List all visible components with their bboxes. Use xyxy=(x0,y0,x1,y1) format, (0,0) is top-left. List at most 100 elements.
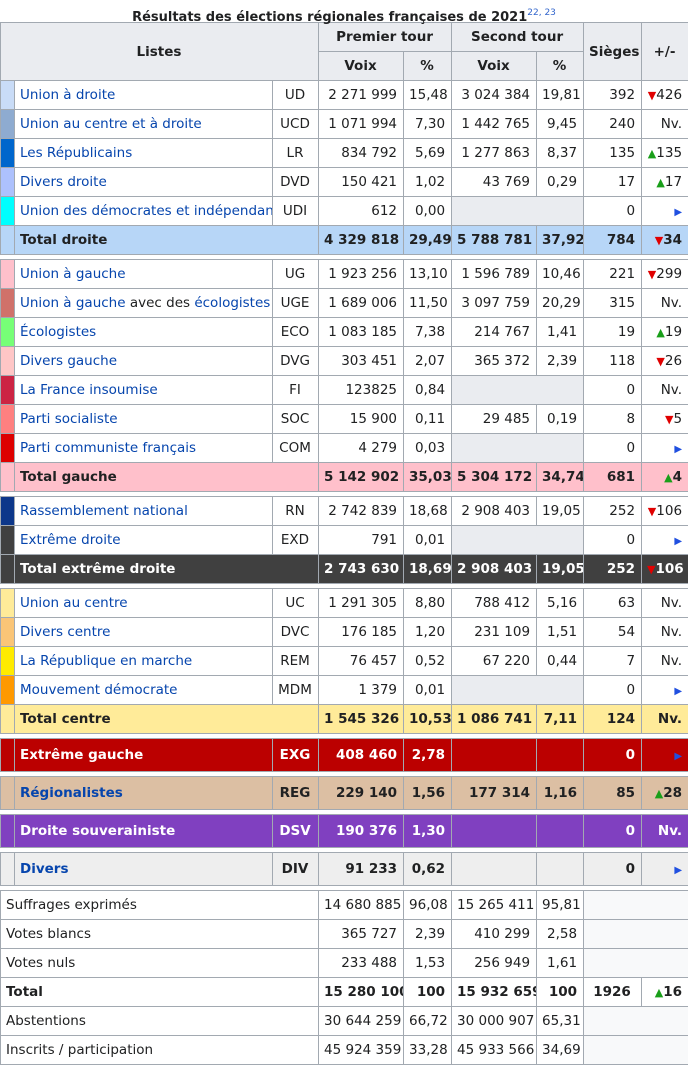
summary-row: Inscrits / participation45 924 35933,284… xyxy=(1,1036,688,1065)
party-link[interactable]: Mouvement démocrate xyxy=(20,682,178,698)
summary-seats: 1926 xyxy=(584,978,642,1007)
diff-cell: ▼299 xyxy=(642,260,688,289)
votes-round2: 3 097 759 xyxy=(452,289,537,318)
diff-value: Nv. xyxy=(661,382,682,398)
total-color-swatch xyxy=(1,226,15,255)
summary-pct-round1: 100 xyxy=(404,978,452,1007)
votes-round2: 3 024 384 xyxy=(452,81,537,110)
header-listes: Listes xyxy=(1,23,319,81)
group-votes-round1: 408 460 xyxy=(319,739,404,772)
party-color-swatch xyxy=(1,497,15,526)
summary-pct-round2: 95,81 xyxy=(537,891,584,920)
seats: 7 xyxy=(584,647,642,676)
results-table: Listes Premier tour Second tour Sièges +… xyxy=(0,22,688,1065)
group-name[interactable]: Régionalistes xyxy=(20,785,123,801)
party-link-secondary[interactable]: écologistes xyxy=(194,295,270,311)
caption-refs[interactable]: 22, 23 xyxy=(527,8,556,18)
pct-round1: 5,69 xyxy=(404,139,452,168)
party-link[interactable]: La France insoumise xyxy=(20,382,158,398)
group-pct-round2 xyxy=(537,815,584,848)
round2-empty xyxy=(452,676,584,705)
total-pct-round1: 10,53 xyxy=(404,705,452,734)
party-link[interactable]: Union au centre xyxy=(20,595,128,611)
group-pct-round1: 1,30 xyxy=(404,815,452,848)
party-link[interactable]: Parti communiste français xyxy=(20,440,196,456)
total-label: Total droite xyxy=(15,226,319,255)
diff-cell: Nv. xyxy=(642,589,688,618)
party-link[interactable]: Parti socialiste xyxy=(20,411,118,427)
party-name-cell: Les Républicains xyxy=(15,139,273,168)
summary-votes-round2: 15 265 411 xyxy=(452,891,537,920)
party-name-cell: Union au centre xyxy=(15,589,273,618)
party-color-swatch xyxy=(1,434,15,463)
summary-pct-round1: 2,39 xyxy=(404,920,452,949)
diff-cell: ▲28 xyxy=(642,777,688,810)
diff-cell: Nv. xyxy=(642,376,688,405)
pct-round1: 0,11 xyxy=(404,405,452,434)
party-link[interactable]: Divers centre xyxy=(20,624,110,640)
diff-value: Nv. xyxy=(661,595,682,611)
party-row: Union au centre et à droiteUCD1 071 9947… xyxy=(1,110,688,139)
group-abbr: EXG xyxy=(273,739,319,772)
votes-round2: 365 372 xyxy=(452,347,537,376)
party-link[interactable]: Union à droite xyxy=(20,87,115,103)
diff-cell: ▼26 xyxy=(642,347,688,376)
party-link[interactable]: La République en marche xyxy=(20,653,192,669)
votes-round1: 1 923 256 xyxy=(319,260,404,289)
round2-empty xyxy=(452,376,584,405)
total-seats: 124 xyxy=(584,705,642,734)
total-pct-round1: 35,03 xyxy=(404,463,452,492)
party-abbr: SOC xyxy=(273,405,319,434)
votes-round2: 1 277 863 xyxy=(452,139,537,168)
pct-round2: 19,81 xyxy=(537,81,584,110)
party-link[interactable]: Écologistes xyxy=(20,324,96,340)
party-name-cell: Divers centre xyxy=(15,618,273,647)
increase-icon: ▲ xyxy=(656,326,664,339)
party-name-cell: La République en marche xyxy=(15,647,273,676)
party-abbr: UD xyxy=(273,81,319,110)
summary-empty xyxy=(584,1036,688,1065)
party-color-swatch xyxy=(1,289,15,318)
caption-title: Résultats des élections régionales franç… xyxy=(132,10,527,25)
party-link[interactable]: Union à gauche xyxy=(20,295,126,311)
party-row: ÉcologistesECO1 083 1857,38214 7671,4119… xyxy=(1,318,688,347)
party-link[interactable]: Les Républicains xyxy=(20,145,132,161)
votes-round1: 176 185 xyxy=(319,618,404,647)
diff-value: 16 xyxy=(663,984,682,1000)
party-link[interactable]: Union des démocrates et indépendants xyxy=(20,203,273,219)
party-link[interactable]: Union à gauche xyxy=(20,266,126,282)
party-row: Divers centreDVC176 1851,20231 1091,5154… xyxy=(1,618,688,647)
group-votes-round1: 91 233 xyxy=(319,853,404,886)
summary-label: Votes blancs xyxy=(1,920,319,949)
summary-label: Suffrages exprimés xyxy=(1,891,319,920)
pct-round1: 7,38 xyxy=(404,318,452,347)
party-link[interactable]: Extrême droite xyxy=(20,532,121,548)
pct-round1: 13,10 xyxy=(404,260,452,289)
group-seats: 0 xyxy=(584,739,642,772)
summary-votes-round2: 15 932 659 xyxy=(452,978,537,1007)
group-name[interactable]: Divers xyxy=(20,861,68,877)
total-pct-round2: 7,11 xyxy=(537,705,584,734)
party-link[interactable]: Rassemblement national xyxy=(20,503,188,519)
diff-cell: ▲4 xyxy=(642,463,688,492)
pct-round1: 8,80 xyxy=(404,589,452,618)
total-votes-round2: 1 086 741 xyxy=(452,705,537,734)
party-name-cell: Extrême droite xyxy=(15,526,273,555)
results-container: Résultats des élections régionales franç… xyxy=(0,0,688,1065)
votes-round1: 1 071 994 xyxy=(319,110,404,139)
summary-pct-round2: 34,69 xyxy=(537,1036,584,1065)
seats: 0 xyxy=(584,197,642,226)
party-link[interactable]: Divers droite xyxy=(20,174,107,190)
summary-empty xyxy=(584,949,688,978)
party-color-swatch xyxy=(1,526,15,555)
diff-cell: ▲135 xyxy=(642,139,688,168)
total-pct-round2: 19,05 xyxy=(537,555,584,584)
summary-pct-round1: 96,08 xyxy=(404,891,452,920)
diff-value: Nv. xyxy=(658,711,682,727)
votes-round1: 2 742 839 xyxy=(319,497,404,526)
header-sieges: Sièges xyxy=(584,23,642,81)
party-link[interactable]: Union au centre et à droite xyxy=(20,116,202,132)
summary-empty xyxy=(584,1007,688,1036)
party-name-cell: Union au centre et à droite xyxy=(15,110,273,139)
party-link[interactable]: Divers gauche xyxy=(20,353,117,369)
